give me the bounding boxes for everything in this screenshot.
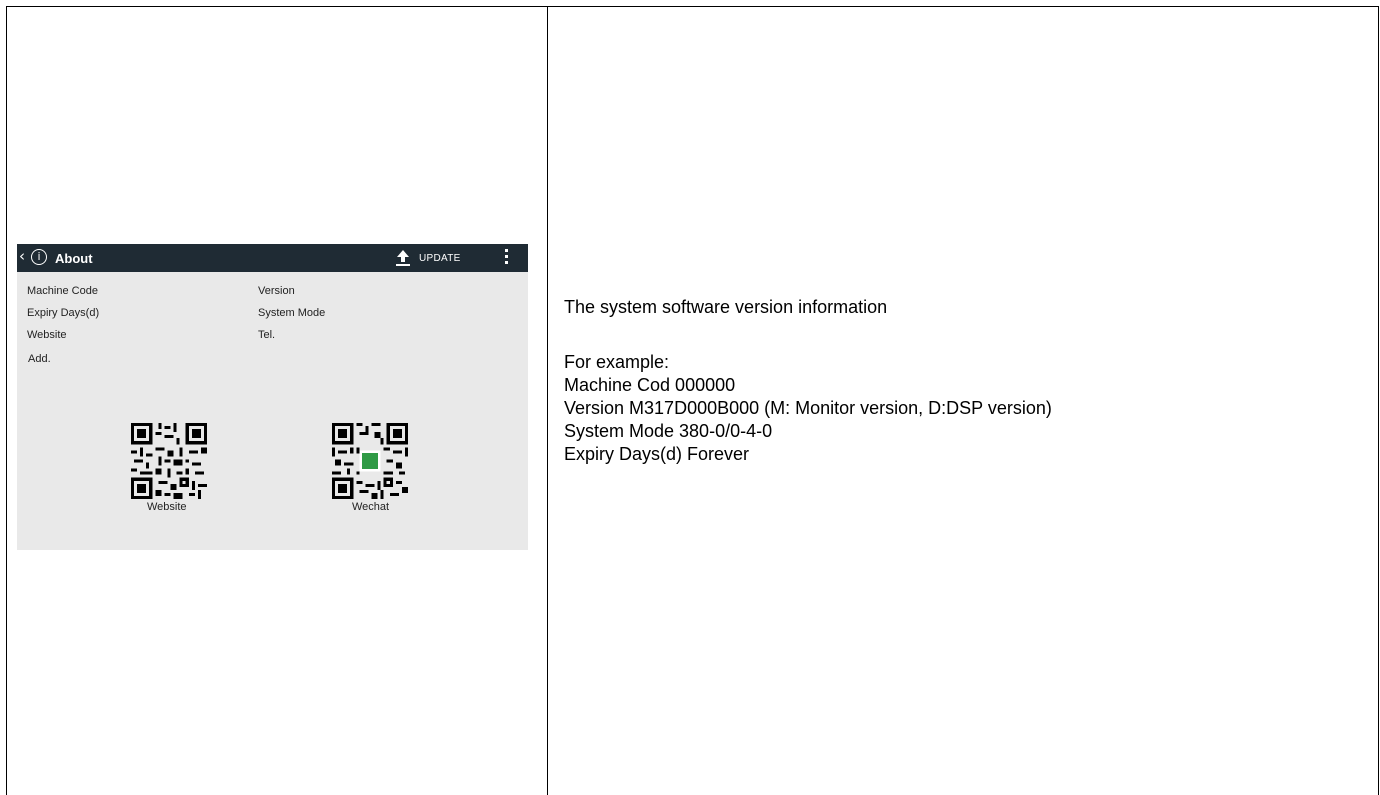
example-label: For example: [564, 352, 670, 372]
table-right-border [1378, 6, 1379, 795]
expiry-days-label: Expiry Days(d) [27, 307, 100, 319]
table-top-border [6, 6, 1379, 7]
website-qr-code [131, 423, 207, 499]
about-screen-screenshot: ‹ i About UPDATE Machine Code Expiry Day… [17, 244, 528, 550]
website-label: Website [27, 329, 67, 341]
wechat-qr-caption: Wechat [352, 501, 390, 513]
tel-label: Tel. [258, 329, 276, 341]
more-vertical-icon[interactable] [503, 249, 509, 267]
chevron-left-icon[interactable]: ‹ [19, 249, 25, 264]
website-qr-caption: Website [147, 501, 187, 513]
version-label: Version [258, 285, 295, 297]
example-line-machine-code: Machine Cod 000000 [564, 375, 736, 395]
page-title: About [55, 251, 93, 266]
wechat-qr-code [332, 423, 408, 499]
info-icon: i [31, 249, 47, 265]
table-left-border [6, 6, 7, 795]
system-mode-label: System Mode [258, 307, 326, 319]
update-button[interactable]: UPDATE [395, 248, 505, 268]
example-line-version: Version M317D000B000 (M: Monitor version… [564, 398, 1052, 418]
description-heading: The system software version information [564, 297, 888, 317]
update-label: UPDATE [419, 253, 461, 264]
example-line-system-mode: System Mode 380-0/0-4-0 [564, 421, 773, 441]
about-topbar: ‹ i About UPDATE [17, 244, 528, 272]
wechat-logo-icon [361, 452, 379, 470]
address-label: Add. [28, 353, 51, 365]
machine-code-label: Machine Code [27, 285, 98, 297]
table-middle-divider [547, 6, 548, 795]
example-line-expiry-days: Expiry Days(d) Forever [564, 444, 750, 464]
upload-icon [396, 250, 410, 266]
